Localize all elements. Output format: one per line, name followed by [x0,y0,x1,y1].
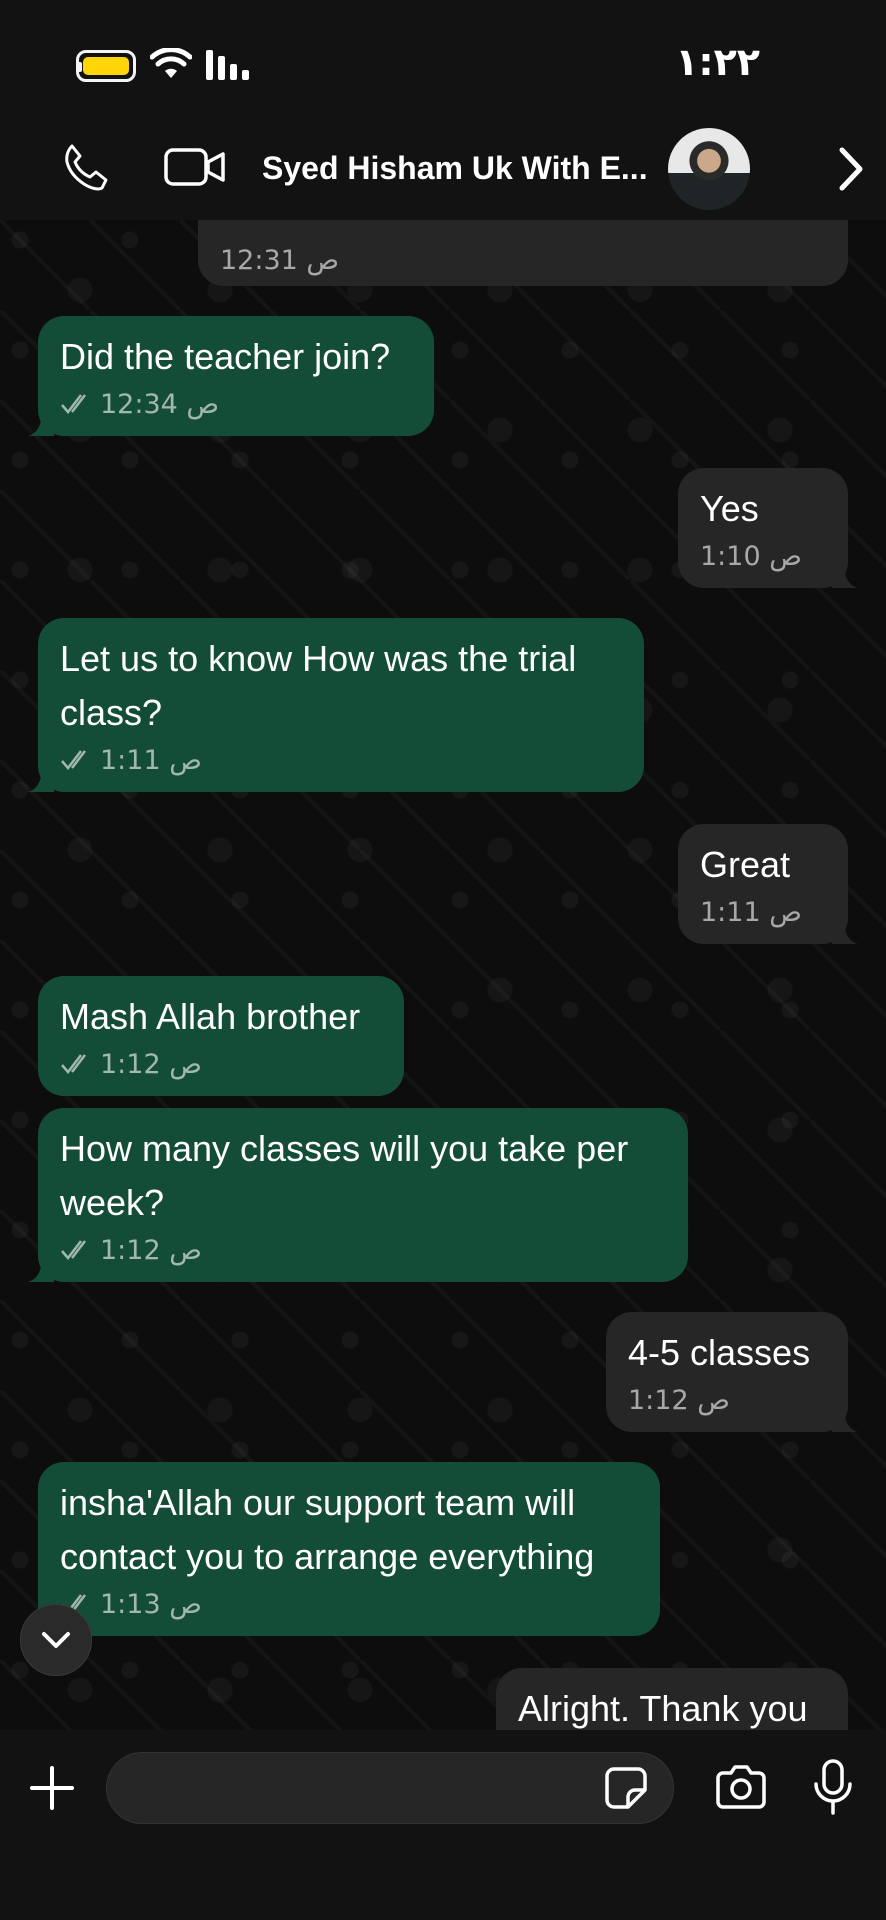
double-check-icon [61,1240,86,1260]
message-bubble-outgoing[interactable]: Let us to know How was the trial class? … [28,618,644,792]
double-check-icon [61,1054,86,1074]
chevron-down-icon [42,1632,70,1648]
sticker-icon[interactable] [604,1766,648,1810]
message-bubble-outgoing[interactable]: Did the teacher join? 12:34 ص [28,316,434,436]
video-camera-icon[interactable] [164,146,226,188]
chevron-right-icon[interactable] [836,146,866,192]
message-meta: 1:11 ص [60,740,622,780]
message-meta: 1:10 ص [700,536,826,576]
message-text: How many classes will you take per week? [60,1128,629,1223]
message-bubble-incoming[interactable]: Alright. Thank you [496,1668,848,1730]
bubble-tail [28,1258,54,1282]
signal-icon [206,50,249,80]
message-input[interactable] [106,1752,674,1824]
plus-icon[interactable] [28,1764,76,1812]
status-bar: ١:٢٢ [0,0,886,128]
phone-icon[interactable] [60,142,110,192]
message-time: 12:31 ص [220,244,340,276]
message-meta: 1:13 ص [60,1584,638,1624]
message-text: insha'Allah our support team will contac… [60,1482,595,1577]
message-text: 4-5 classes [628,1332,811,1373]
bubble-tail [832,1408,858,1432]
message-bubble-outgoing[interactable]: insha'Allah our support team will contac… [38,1462,660,1636]
bubble-tail [28,768,54,792]
chat-area[interactable]: 12:31 ص Did the teacher join? 12:34 ص Ye… [0,220,886,1730]
status-time: ١:٢٢ [675,40,760,84]
battery-icon [76,50,136,82]
chat-header: Syed Hisham Uk With E... [0,128,886,220]
contact-name[interactable]: Syed Hisham Uk With E... [262,150,652,187]
message-bubble-outgoing[interactable]: How many classes will you take per week?… [28,1108,688,1282]
message-time: 1:12 ص [100,1048,202,1080]
bubble-tail [832,920,858,944]
message-bubble-incoming[interactable]: 12:31 ص [198,220,848,286]
composer-bar [0,1730,886,1920]
scroll-to-bottom-button[interactable] [20,1604,92,1676]
message-text: Let us to know How was the trial class? [60,638,577,733]
message-meta: 1:12 ص [628,1380,826,1420]
message-meta: 1:12 ص [60,1230,666,1270]
message-time: 12:34 ص [100,388,220,420]
message-bubble-outgoing[interactable]: Mash Allah brother 1:12 ص [38,976,404,1096]
message-meta: 1:12 ص [60,1044,382,1084]
message-time: 1:10 ص [700,540,802,572]
message-meta: 12:31 ص [220,240,826,280]
message-meta: 12:34 ص [60,384,412,424]
microphone-icon[interactable] [812,1758,854,1816]
message-time: 1:11 ص [100,744,202,776]
message-text: Did the teacher join? [60,336,391,377]
message-bubble-incoming[interactable]: 4-5 classes 1:12 ص [606,1312,858,1432]
message-bubble-incoming[interactable]: Great 1:11 ص [678,824,858,944]
message-time: 1:11 ص [700,896,802,928]
avatar[interactable] [668,128,750,210]
wifi-icon [150,48,192,78]
message-bubble-incoming[interactable]: Yes 1:10 ص [678,468,858,588]
bubble-tail [832,564,858,588]
message-text: Great [700,844,791,885]
camera-icon[interactable] [714,1764,768,1810]
message-text: Alright. Thank you [518,1688,808,1729]
message-time: 1:12 ص [100,1234,202,1266]
message-meta: 1:11 ص [700,892,826,932]
message-text: Yes [700,488,759,529]
bubble-tail [28,412,54,436]
double-check-icon [61,750,86,770]
message-time: 1:13 ص [100,1588,202,1620]
message-text: Mash Allah brother [60,996,361,1037]
message-time: 1:12 ص [628,1384,730,1416]
double-check-icon [61,394,86,414]
